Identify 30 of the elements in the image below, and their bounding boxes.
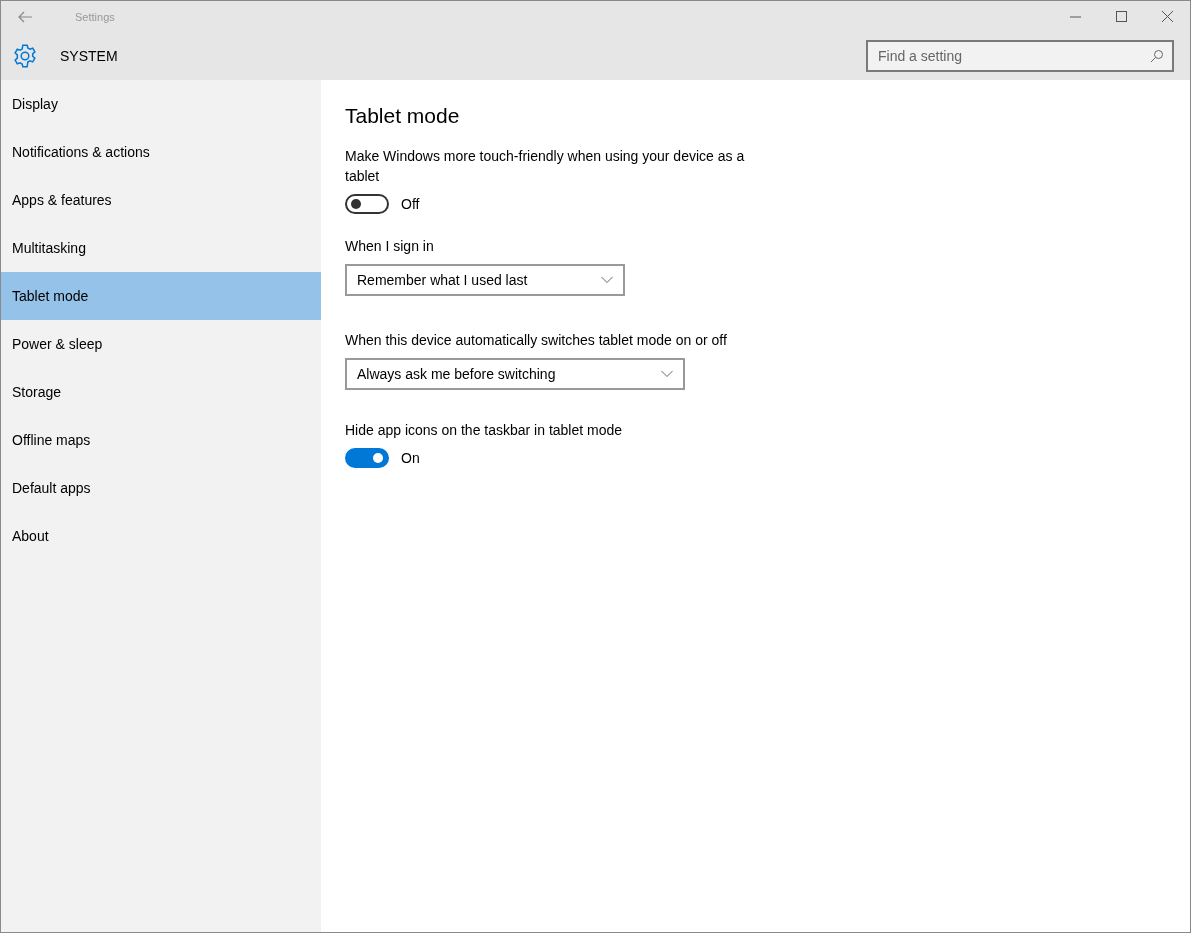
toggle-switch[interactable] xyxy=(345,448,389,468)
toggle-state-label: Off xyxy=(401,196,420,212)
page-title: Tablet mode xyxy=(345,104,461,128)
maximize-icon[interactable] xyxy=(1115,11,1127,22)
setting-label: When I sign in xyxy=(345,237,435,256)
settings-icon xyxy=(12,43,38,69)
close-icon[interactable] xyxy=(1161,11,1173,22)
toggle-switch[interactable] xyxy=(345,194,389,214)
setting-label: When this device automatically switches tablet mode on or off xyxy=(345,331,728,350)
sidebar-item[interactable]: Tablet mode xyxy=(1,272,321,320)
sidebar-item[interactable]: Multitasking xyxy=(1,224,321,272)
sidebar-item[interactable]: Power & sleep xyxy=(1,320,321,368)
sidebar-item[interactable]: Notifications & actions xyxy=(1,128,321,176)
setting-label: Hide app icons on the taskbar in tablet mode xyxy=(345,421,624,440)
sidebar-item[interactable]: Storage xyxy=(1,368,321,416)
sidebar-item[interactable]: Apps & features xyxy=(1,176,321,224)
setting-label: Make Windows more touch-friendly when using your device as a tablet xyxy=(345,147,746,186)
search-icon[interactable] xyxy=(1150,49,1164,63)
dropdown[interactable]: Always ask me before switching xyxy=(345,358,685,390)
window-title: Settings xyxy=(75,10,115,23)
section-title: SYSTEM xyxy=(60,48,118,64)
chevron-down-icon xyxy=(661,370,673,378)
sidebar-item[interactable]: About xyxy=(1,512,321,560)
sidebar-item[interactable]: Offline maps xyxy=(1,416,321,464)
dropdown[interactable]: Remember what I used last xyxy=(345,264,625,296)
toggle-state-label: On xyxy=(401,450,420,466)
sidebar-item[interactable]: Default apps xyxy=(1,464,321,512)
sidebar-item[interactable]: Display xyxy=(1,80,321,128)
search-field[interactable]: Find a setting xyxy=(866,40,1174,72)
chevron-down-icon xyxy=(601,276,613,284)
